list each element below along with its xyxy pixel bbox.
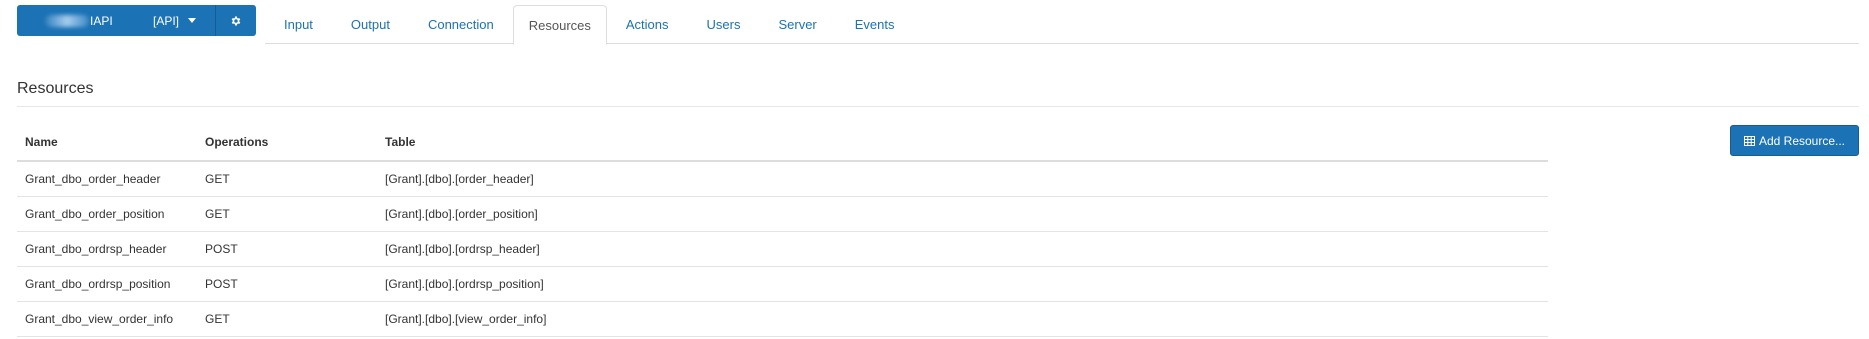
cell-name[interactable]: Grant_dbo_order_header [17,161,197,197]
cell-table: [Grant].[dbo].[view_order_info] [377,301,1548,337]
cell-operations: GET [197,196,377,232]
cell-name[interactable]: Grant_dbo_view_order_info [17,301,197,337]
cell-operations: GET [197,301,377,337]
table-row[interactable]: Grant_dbo_order_position GET [Grant].[db… [17,196,1548,232]
api-name-suffix: IAPI [90,13,113,28]
settings-button[interactable] [216,5,256,36]
tab-events[interactable]: Events [836,5,914,44]
tab-bar-divider [265,43,1859,44]
cell-table: [Grant].[dbo].[order_position] [377,196,1548,232]
cell-operations: POST [197,231,377,267]
cell-table: [Grant].[dbo].[order_header] [377,161,1548,197]
column-header-name[interactable]: Name [17,124,197,162]
title-divider [17,106,1859,107]
table-icon [1743,135,1755,146]
tab-bar: Input Output Connection Resources Action… [265,5,914,45]
tab-users[interactable]: Users [688,5,760,44]
api-selector-button[interactable]: IAPI [API] [17,5,216,36]
table-row[interactable]: Grant_dbo_view_order_info GET [Grant].[d… [17,301,1548,337]
api-tag: [API] [153,13,180,28]
table-row[interactable]: Grant_dbo_order_header GET [Grant].[dbo]… [17,161,1548,197]
table-row[interactable]: Grant_dbo_ordrsp_position POST [Grant].[… [17,266,1548,302]
api-button-group: IAPI [API] [17,5,256,36]
tab-resources[interactable]: Resources [512,5,607,45]
cell-name[interactable]: Grant_dbo_ordrsp_position [17,266,197,302]
gear-icon [231,16,241,25]
cell-table: [Grant].[dbo].[ordrsp_position] [377,266,1548,302]
cell-operations: POST [197,266,377,302]
tab-output[interactable]: Output [332,5,409,44]
add-resource-button[interactable]: Add Resource... [1730,125,1859,156]
caret-down-icon [188,18,197,23]
column-header-operations[interactable]: Operations [197,124,377,162]
resources-table: Name Operations Table Grant_dbo_order_he… [17,124,1548,337]
tab-server[interactable]: Server [759,5,835,44]
cell-name[interactable]: Grant_dbo_ordrsp_header [17,231,197,267]
cell-operations: GET [197,161,377,197]
api-name: IAPI [45,14,129,28]
column-header-table[interactable]: Table [377,124,1548,162]
cell-table: [Grant].[dbo].[ordrsp_header] [377,231,1548,267]
tab-connection[interactable]: Connection [409,5,513,44]
cell-name[interactable]: Grant_dbo_order_position [17,196,197,232]
table-header-row: Name Operations Table [17,124,1548,162]
add-resource-label: Add Resource... [1758,133,1846,148]
table-row[interactable]: Grant_dbo_ordrsp_header POST [Grant].[db… [17,231,1548,267]
redacted-text [45,14,89,27]
tab-input[interactable]: Input [265,5,332,44]
tab-actions[interactable]: Actions [607,5,688,44]
page-title: Resources [17,80,94,97]
